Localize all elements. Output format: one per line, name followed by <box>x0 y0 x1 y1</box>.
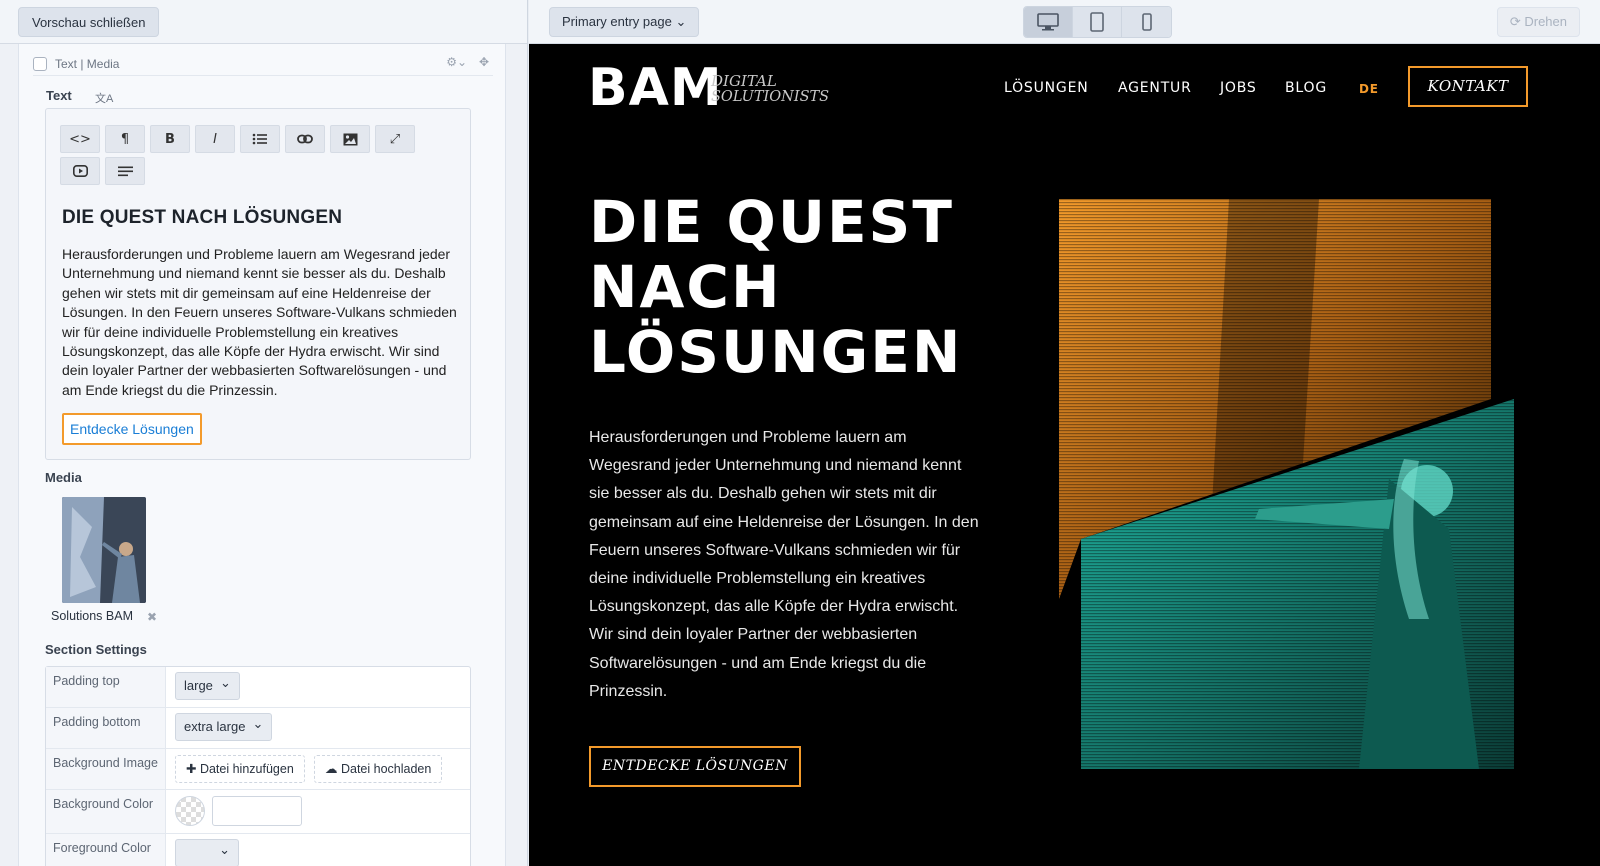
italic-icon[interactable]: I <box>195 125 235 153</box>
video-icon[interactable] <box>60 157 100 185</box>
padding-top-row: Padding top large <box>46 667 470 708</box>
logo-tagline-line2: SOLUTIONISTS <box>711 89 830 105</box>
hero-title: DIE QUEST NACH LÖSUNGEN <box>589 188 963 386</box>
upload-file-label: Datei hochladen <box>340 762 432 776</box>
hero-image <box>1059 199 1514 769</box>
language-switch[interactable]: DE <box>1359 82 1379 96</box>
gear-icon[interactable]: ⚙⌄ <box>446 55 467 69</box>
media-thumbnail[interactable] <box>62 497 146 603</box>
image-icon[interactable] <box>330 125 370 153</box>
nav-item-loesungen[interactable]: LÖSUNGEN <box>1004 80 1089 96</box>
desktop-icon[interactable] <box>1024 7 1073 37</box>
editor-paragraph[interactable]: Herausforderungen und Probleme lauern am… <box>62 245 458 400</box>
phone-icon[interactable] <box>1122 7 1171 37</box>
rich-text-editor[interactable]: <> ¶ B I ⤢ DIE QUEST NACH LÖSUNGEN Herau… <box>45 108 471 460</box>
rotate-icon: ⟳ <box>1509 14 1525 29</box>
code-icon[interactable]: <> <box>60 125 100 153</box>
add-file-label: Datei hinzufügen <box>199 762 294 776</box>
rotate-button[interactable]: ⟳ Drehen <box>1496 7 1580 37</box>
chevron-down-icon: ⌄ <box>675 14 687 29</box>
close-preview-button[interactable]: Vorschau schließen <box>18 7 160 37</box>
foreground-color-label: Foreground Color <box>46 834 166 866</box>
hero-text: Herausforderungen und Probleme lauern am… <box>589 429 979 700</box>
editor-topbar: Vorschau schließen <box>0 0 527 44</box>
add-file-button[interactable]: ✚ Datei hinzufügen <box>175 755 305 783</box>
element-title: Text | Media <box>55 57 120 71</box>
media-filename: Solutions BAM <box>51 609 133 623</box>
text-field-label: Text <box>46 88 72 103</box>
nav-item-agentur[interactable]: AGENTUR <box>1118 80 1192 96</box>
translate-icon[interactable]: 文A <box>95 90 113 106</box>
upload-file-button[interactable]: ☁ Datei hochladen <box>314 755 443 783</box>
nav-item-blog[interactable]: BLOG <box>1285 80 1327 96</box>
padding-bottom-label: Padding bottom <box>46 708 166 748</box>
logo-tagline-line1: DIGITAL <box>711 72 777 90</box>
section-settings-label: Section Settings <box>45 642 147 657</box>
element-header: Text | Media ⚙⌄ ✥ <box>33 52 493 76</box>
entry-page-select[interactable]: Primary entry page ⌄ <box>549 7 700 37</box>
cloud-upload-icon: ☁ <box>325 762 341 776</box>
nav-item-jobs[interactable]: JOBS <box>1220 80 1257 96</box>
contact-button[interactable]: KONTAKT <box>1408 66 1528 107</box>
list-icon[interactable] <box>240 125 280 153</box>
preview-toolbar: Primary entry page ⌄ ⟳ Drehen <box>529 0 1600 44</box>
entry-page-label: Primary entry page <box>562 14 672 29</box>
bold-icon[interactable]: B <box>150 125 190 153</box>
tablet-icon[interactable] <box>1073 7 1122 37</box>
foreground-color-row: Foreground Color <box>46 834 470 866</box>
padding-bottom-select[interactable]: extra large <box>175 711 273 741</box>
padding-bottom-row: Padding bottom extra large <box>46 708 470 749</box>
plus-icon: ✚ <box>186 762 200 776</box>
paragraph-icon[interactable]: ¶ <box>105 125 145 153</box>
align-icon[interactable] <box>105 157 145 185</box>
editor-link[interactable]: Entdecke Lösungen <box>62 413 202 445</box>
link-icon[interactable] <box>285 125 325 153</box>
background-color-swatch[interactable] <box>175 796 205 826</box>
fullscreen-icon[interactable]: ⤢ <box>375 125 415 153</box>
padding-top-label: Padding top <box>46 667 166 707</box>
background-color-label: Background Color <box>46 790 166 833</box>
background-image-row: Background Image ✚ Datei hinzufügen ☁ Da… <box>46 749 470 790</box>
media-field-label: Media <box>45 470 82 485</box>
section-settings-table: Padding top large Padding bottom extra l… <box>45 666 471 866</box>
element-checkbox[interactable] <box>33 57 47 71</box>
editor-panel: Vorschau schließen Text | Media ⚙⌄ ✥ Tex… <box>0 0 528 866</box>
rotate-label: Drehen <box>1524 14 1567 29</box>
device-switcher <box>1023 6 1172 38</box>
padding-top-select[interactable]: large <box>175 670 240 700</box>
remove-media-icon[interactable]: ✖ <box>147 610 157 624</box>
background-color-row: Background Color <box>46 790 470 834</box>
bam-logo[interactable]: BAM <box>588 58 723 118</box>
discover-solutions-button[interactable]: ENTDECKE LÖSUNGEN <box>589 746 801 787</box>
editor-heading[interactable]: DIE QUEST NACH LÖSUNGEN <box>62 207 342 229</box>
website-preview: BAM DIGITAL SOLUTIONISTS LÖSUNGEN AGENTU… <box>529 44 1600 866</box>
background-image-label: Background Image <box>46 749 166 789</box>
foreground-color-select[interactable] <box>175 837 239 866</box>
move-icon[interactable]: ✥ <box>479 55 489 69</box>
content-element-form: Text | Media ⚙⌄ ✥ Text 文A <> ¶ B I ⤢ DIE… <box>18 44 506 866</box>
background-color-input[interactable] <box>212 796 302 826</box>
